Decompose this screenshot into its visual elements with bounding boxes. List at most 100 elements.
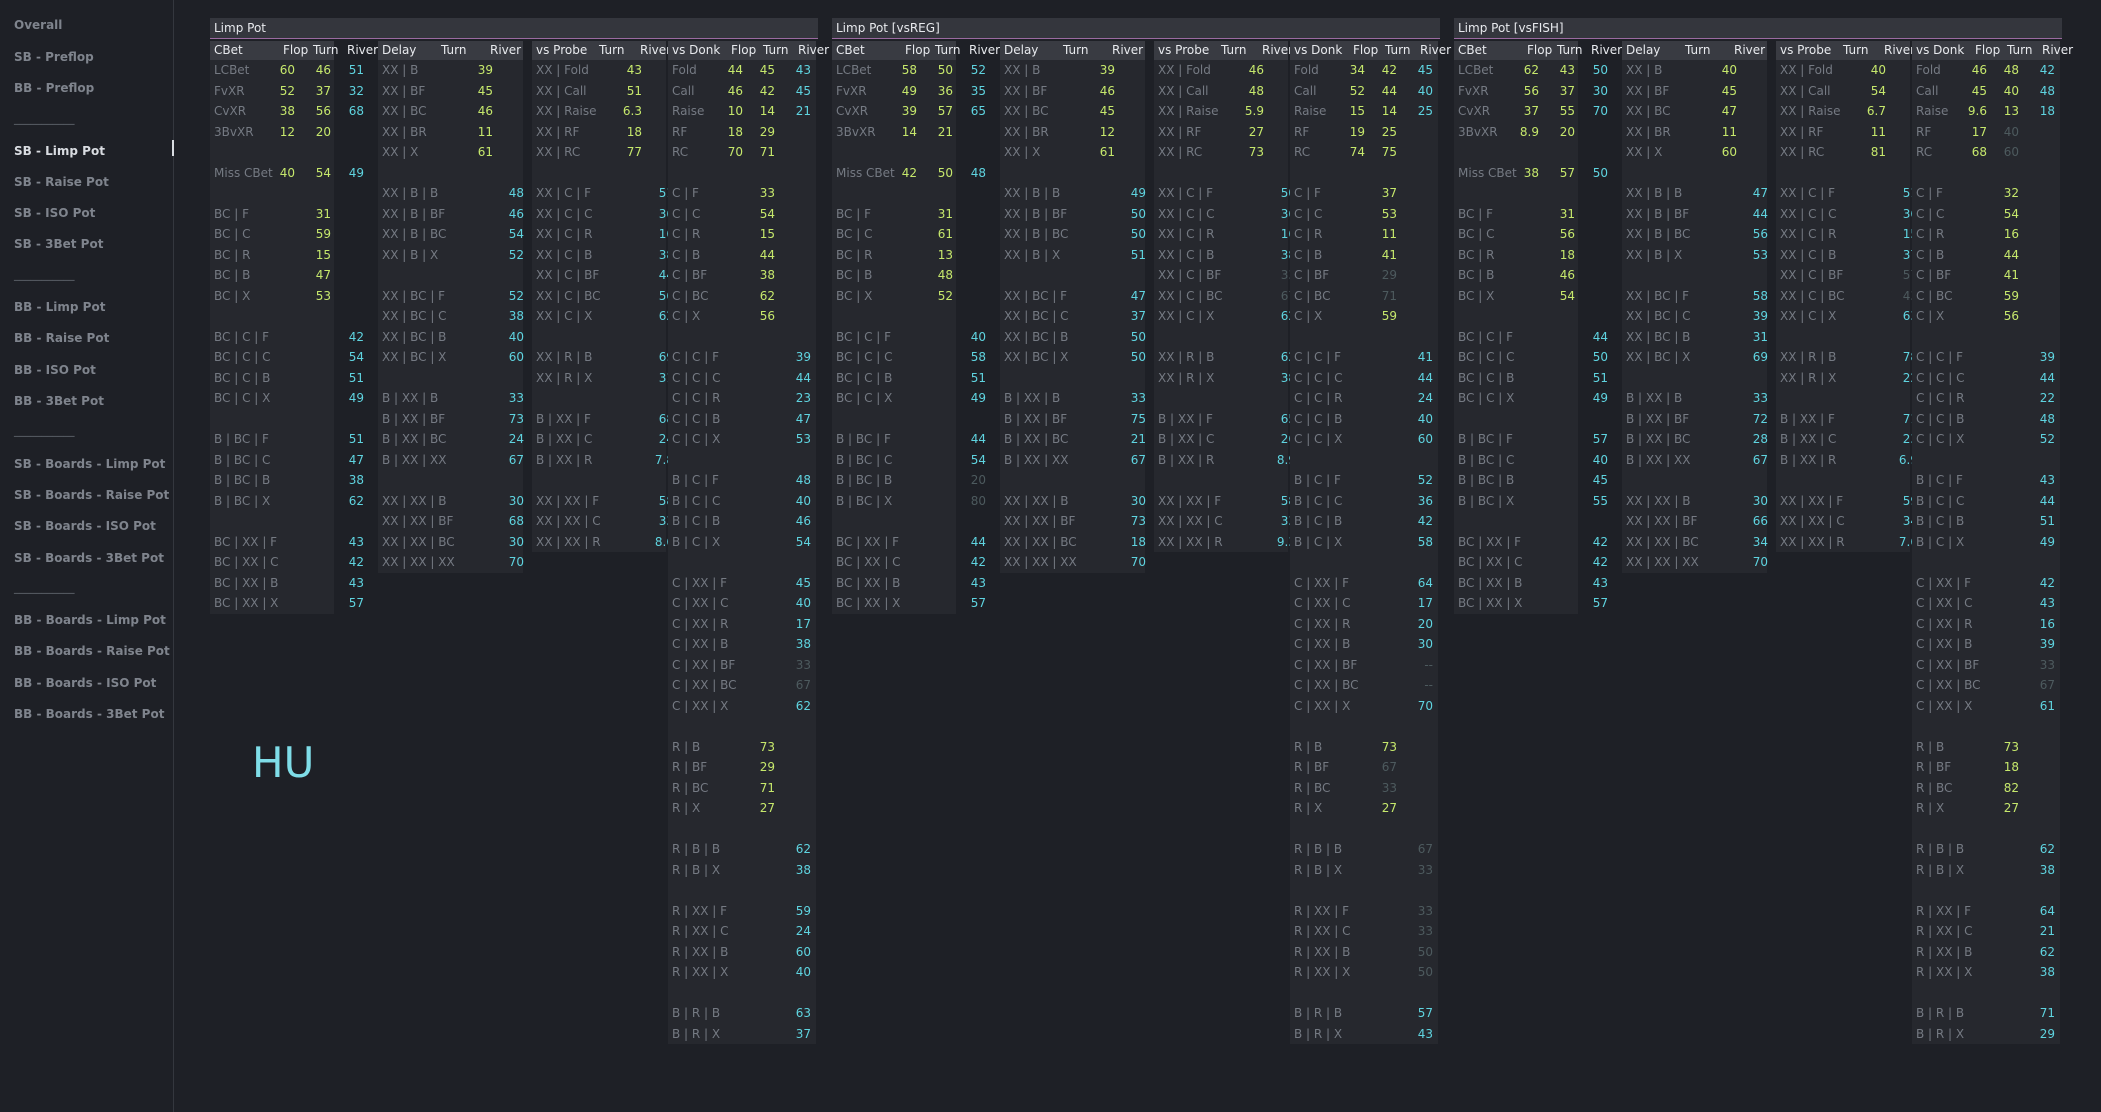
table-row[interactable]: XX | XX | F 58 bbox=[532, 491, 674, 512]
table-row[interactable]: R | XX | B 60 bbox=[668, 942, 816, 963]
table-row[interactable]: B | XX | BF 72 bbox=[1622, 409, 1768, 430]
column-header-river[interactable]: River bbox=[1420, 41, 1451, 60]
table-row[interactable]: C | XX | C 17 bbox=[1290, 593, 1438, 614]
column-header-river[interactable]: River bbox=[1591, 41, 1622, 60]
column-header-turn[interactable]: Turn bbox=[1685, 41, 1710, 60]
nav-item-sb-limp-pot[interactable]: SB - Limp Pot bbox=[14, 144, 105, 158]
table-row[interactable]: BC | B 46 bbox=[1454, 265, 1578, 286]
table-row[interactable]: XX | R | B 78 bbox=[1776, 347, 1918, 368]
nav-item-sb-boards-limp-pot[interactable]: SB - Boards - Limp Pot bbox=[14, 457, 165, 471]
column-header-turn[interactable]: Turn bbox=[313, 41, 338, 60]
table-row[interactable]: R | BF 18 bbox=[1912, 757, 2060, 778]
table-row[interactable]: B | BC | C 54 bbox=[832, 450, 986, 471]
table-row[interactable]: BC | R 18 bbox=[1454, 245, 1578, 266]
table-row[interactable]: XX | C | C 36 bbox=[1154, 204, 1296, 225]
table-row[interactable]: Raise 10 14 21 bbox=[668, 101, 816, 122]
table-row[interactable]: XX | BC | C 37 bbox=[1000, 306, 1146, 327]
table-row[interactable]: XX | BC | X 69 bbox=[1622, 347, 1768, 368]
table-row[interactable]: XX | R | X 31 bbox=[532, 368, 674, 389]
table-row[interactable]: XX | BF 45 bbox=[378, 81, 523, 102]
table-row[interactable]: XX | X 60 bbox=[1622, 142, 1767, 163]
table-row[interactable]: LCBet 60 46 51 bbox=[210, 60, 364, 81]
column-header-vs-donk[interactable]: vs Donk bbox=[1916, 41, 1964, 60]
table-row[interactable]: BC | X 52 bbox=[832, 286, 956, 307]
table-row[interactable]: Fold 34 42 45 bbox=[1290, 60, 1438, 81]
table-row[interactable]: CvXR 37 55 70 bbox=[1454, 101, 1608, 122]
table-row[interactable]: C | XX | F 42 bbox=[1912, 573, 2060, 594]
column-header-cbet[interactable]: CBet bbox=[836, 41, 865, 60]
table-row[interactable]: XX | BC | B 40 bbox=[378, 327, 524, 348]
table-row[interactable]: C | XX | F 64 bbox=[1290, 573, 1438, 594]
table-row[interactable]: LCBet 62 43 50 bbox=[1454, 60, 1608, 81]
table-row[interactable]: BC | C | C 50 bbox=[1454, 347, 1608, 368]
table-row[interactable]: B | XX | B 33 bbox=[1000, 388, 1146, 409]
table-row[interactable]: BC | B 48 bbox=[832, 265, 956, 286]
table-row[interactable]: XX | XX | B 30 bbox=[1000, 491, 1146, 512]
table-row[interactable]: B | XX | BC 24 bbox=[378, 429, 524, 450]
column-header-vs-probe[interactable]: vs Probe bbox=[1158, 41, 1209, 60]
column-header-cbet[interactable]: CBet bbox=[1458, 41, 1487, 60]
column-header-river[interactable]: River bbox=[1262, 41, 1293, 60]
table-row[interactable]: BC | XX | X 57 bbox=[832, 593, 986, 614]
table-row[interactable]: B | C | B 42 bbox=[1290, 511, 1438, 532]
table-row[interactable]: R | XX | X 40 bbox=[668, 962, 816, 983]
table-row[interactable]: XX | XX | C 33 bbox=[532, 511, 674, 532]
table-row[interactable]: C | XX | C 40 bbox=[668, 593, 816, 614]
table-row[interactable]: Fold 44 45 43 bbox=[668, 60, 816, 81]
column-header-vs-donk[interactable]: vs Donk bbox=[672, 41, 720, 60]
table-row[interactable]: R | XX | C 24 bbox=[668, 921, 816, 942]
table-row[interactable]: XX | X 61 bbox=[1000, 142, 1145, 163]
table-row[interactable]: B | C | F 43 bbox=[1912, 470, 2060, 491]
nav-item-overall[interactable]: Overall bbox=[14, 18, 62, 32]
column-header-river[interactable]: River bbox=[1734, 41, 1765, 60]
table-row[interactable]: XX | B | X 52 bbox=[378, 245, 524, 266]
table-row[interactable]: B | C | B 46 bbox=[668, 511, 816, 532]
nav-item-sb-boards-3bet-pot[interactable]: SB - Boards - 3Bet Pot bbox=[14, 551, 164, 565]
table-row[interactable]: C | C | C 44 bbox=[668, 368, 816, 389]
table-row[interactable]: C | X 56 bbox=[1912, 306, 2060, 327]
table-row[interactable]: C | C | F 39 bbox=[1912, 347, 2060, 368]
table-row[interactable]: BC | XX | F 43 bbox=[210, 532, 364, 553]
table-row[interactable]: C | XX | C 43 bbox=[1912, 593, 2060, 614]
table-row[interactable]: BC | R 15 bbox=[210, 245, 334, 266]
table-row[interactable]: R | B | X 33 bbox=[1290, 860, 1438, 881]
table-row[interactable]: XX | XX | R 9.3 bbox=[1154, 532, 1296, 553]
table-row[interactable]: C | C | R 24 bbox=[1290, 388, 1438, 409]
table-row[interactable]: B | R | B 63 bbox=[668, 1003, 816, 1024]
column-header-river[interactable]: River bbox=[2042, 41, 2073, 60]
table-row[interactable]: R | B | B 67 bbox=[1290, 839, 1438, 860]
table-row[interactable]: XX | Raise 5.9 bbox=[1154, 101, 1288, 122]
column-header-turn[interactable]: Turn bbox=[1843, 41, 1868, 60]
table-row[interactable]: XX | C | F 50 bbox=[1154, 183, 1296, 204]
column-header-delay[interactable]: Delay bbox=[1004, 41, 1038, 60]
table-row[interactable]: XX | Fold 43 bbox=[532, 60, 666, 81]
table-row[interactable]: RF 17 40 bbox=[1912, 122, 2060, 143]
nav-item-bb-preflop[interactable]: BB - Preflop bbox=[14, 81, 94, 95]
column-header-delay[interactable]: Delay bbox=[382, 41, 416, 60]
table-row[interactable]: R | XX | X 50 bbox=[1290, 962, 1438, 983]
table-row[interactable]: FvXR 52 37 32 bbox=[210, 81, 364, 102]
table-row[interactable]: R | XX | F 64 bbox=[1912, 901, 2060, 922]
column-header-turn[interactable]: Turn bbox=[1221, 41, 1246, 60]
table-row[interactable]: BC | C 59 bbox=[210, 224, 334, 245]
table-row[interactable]: XX | BC | X 60 bbox=[378, 347, 524, 368]
table-row[interactable]: BC | XX | C 42 bbox=[832, 552, 986, 573]
table-row[interactable]: XX | C | BC 43 bbox=[1776, 286, 1918, 307]
table-row[interactable]: Call 45 40 48 bbox=[1912, 81, 2060, 102]
column-header-flop[interactable]: Flop bbox=[905, 41, 930, 60]
table-row[interactable]: B | BC | X 62 bbox=[210, 491, 364, 512]
table-row[interactable]: C | XX | X 62 bbox=[668, 696, 816, 717]
table-row[interactable]: R | XX | C 21 bbox=[1912, 921, 2060, 942]
column-header-turn[interactable]: Turn bbox=[1385, 41, 1410, 60]
column-header-flop[interactable]: Flop bbox=[731, 41, 756, 60]
table-row[interactable]: B | XX | BF 75 bbox=[1000, 409, 1146, 430]
table-row[interactable]: B | C | X 58 bbox=[1290, 532, 1438, 553]
column-header-vs-probe[interactable]: vs Probe bbox=[1780, 41, 1831, 60]
table-row[interactable]: C | R 11 bbox=[1290, 224, 1438, 245]
table-row[interactable]: C | X 56 bbox=[668, 306, 816, 327]
table-row[interactable]: XX | C | B 37 bbox=[1776, 245, 1918, 266]
table-row[interactable]: BC | C | C 58 bbox=[832, 347, 986, 368]
column-header-flop[interactable]: Flop bbox=[1353, 41, 1378, 60]
table-row[interactable]: BC | XX | X 57 bbox=[210, 593, 364, 614]
table-row[interactable]: C | C | F 41 bbox=[1290, 347, 1438, 368]
